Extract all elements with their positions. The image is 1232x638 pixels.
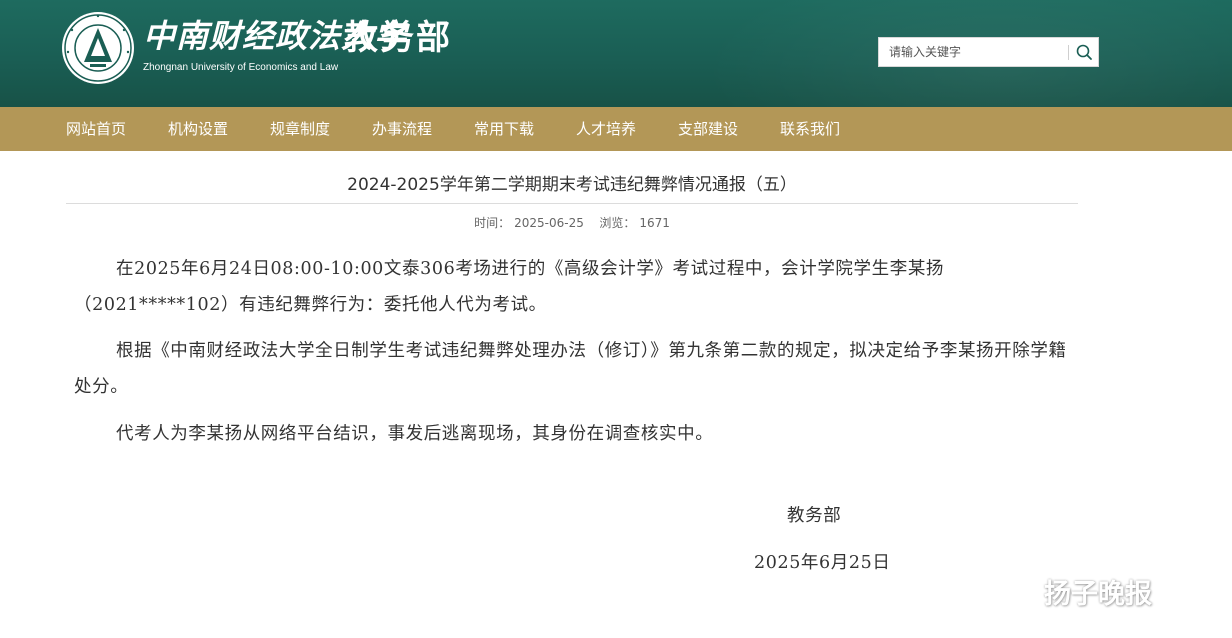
views-label: 浏览：: [599, 216, 636, 230]
nav-item-procedures[interactable]: 办事流程: [372, 107, 432, 151]
article-paragraph-2: 根据《中南财经政法大学全日制学生考试违纪舞弊处理办法（修订）》第九条第二款的规定…: [74, 333, 1080, 405]
search-box: [878, 37, 1099, 67]
nav-item-home[interactable]: 网站首页: [66, 107, 126, 151]
watermark-logo-icon: [1013, 579, 1041, 607]
nav-item-regulations[interactable]: 规章制度: [270, 107, 330, 151]
signature-date: 2025年6月25日: [754, 553, 891, 573]
paragraph-text: 根据《中南财经政法大学全日制学生考试违纪舞弊处理办法（修订）》第九条第二款的规定…: [74, 341, 1067, 397]
article-paragraph-1: 在2025年6月24日08:00-10:00文泰306考场进行的《高级会计学》考…: [74, 251, 1080, 323]
nav-item-party-branch[interactable]: 支部建设: [678, 107, 738, 151]
search-icon[interactable]: [1073, 41, 1095, 63]
article-title: 2024-2025学年第二学期期末考试违纪舞弊情况通报（五）: [347, 175, 797, 195]
watermark: 扬子晚报: [1012, 577, 1152, 613]
time-label: 时间：: [474, 216, 511, 230]
search-input[interactable]: [879, 38, 1067, 66]
university-seal-logo[interactable]: [60, 10, 136, 86]
paragraph-text: 代考人为李某扬从网络平台结识，事发后逃离现场，其身份在调查核实中。: [116, 424, 714, 444]
article-paragraph-3: 代考人为李某扬从网络平台结识，事发后逃离现场，其身份在调查核实中。: [74, 416, 1080, 452]
search-separator: [1068, 45, 1069, 60]
article-meta: 时间： 2025-06-25 浏览： 1671: [66, 214, 1078, 232]
university-name-en: Zhongnan University of Economics and Law: [143, 62, 339, 73]
publish-date: 2025-06-25: [514, 216, 584, 230]
signature-department: 教务部: [787, 506, 842, 526]
main-nav: 网站首页 机构设置 规章制度 办事流程 常用下载 人才培养 支部建设 联系我们: [0, 107, 1232, 151]
nav-item-organization[interactable]: 机构设置: [168, 107, 228, 151]
nav-item-downloads[interactable]: 常用下载: [474, 107, 534, 151]
title-divider: [66, 203, 1078, 204]
nav-item-contact[interactable]: 联系我们: [780, 107, 840, 151]
department-title: 教务部: [344, 18, 452, 58]
view-count: 1671: [639, 216, 670, 230]
paragraph-text: 在2025年6月24日08:00-10:00文泰306考场进行的《高级会计学》考…: [74, 259, 945, 315]
nav-item-talent-training[interactable]: 人才培养: [576, 107, 636, 151]
site-header: 中南财经政法大学 Zhongnan University of Economic…: [0, 0, 1232, 107]
watermark-text: 扬子晚报: [1044, 579, 1152, 610]
